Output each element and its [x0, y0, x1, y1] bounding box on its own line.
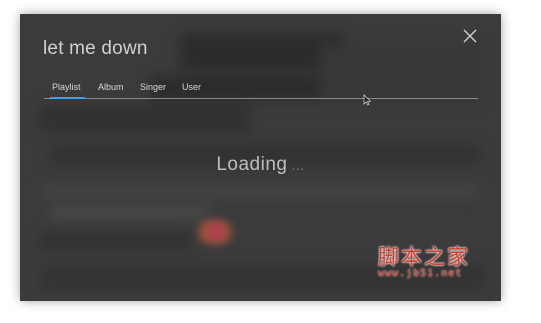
search-query[interactable]: let me down [43, 38, 148, 60]
watermark-name: 脚本之家 [378, 245, 470, 269]
tab-album[interactable]: Album [98, 80, 124, 98]
blurred-album-art [192, 220, 238, 244]
search-tabs: Playlist Album Singer User [44, 80, 478, 99]
watermark: 脚本之家 www.jb51.net [378, 246, 498, 279]
watermark-url: www.jb51.net [378, 268, 463, 279]
tab-playlist[interactable]: Playlist [50, 80, 84, 99]
close-icon[interactable] [461, 27, 479, 45]
loading-indicator: Loading... [20, 154, 501, 176]
mouse-cursor-icon [363, 94, 372, 106]
tab-user[interactable]: User [182, 80, 201, 98]
tab-singer[interactable]: Singer [140, 80, 166, 98]
loading-text: Loading [216, 154, 288, 175]
loading-dots: ... [291, 157, 305, 173]
